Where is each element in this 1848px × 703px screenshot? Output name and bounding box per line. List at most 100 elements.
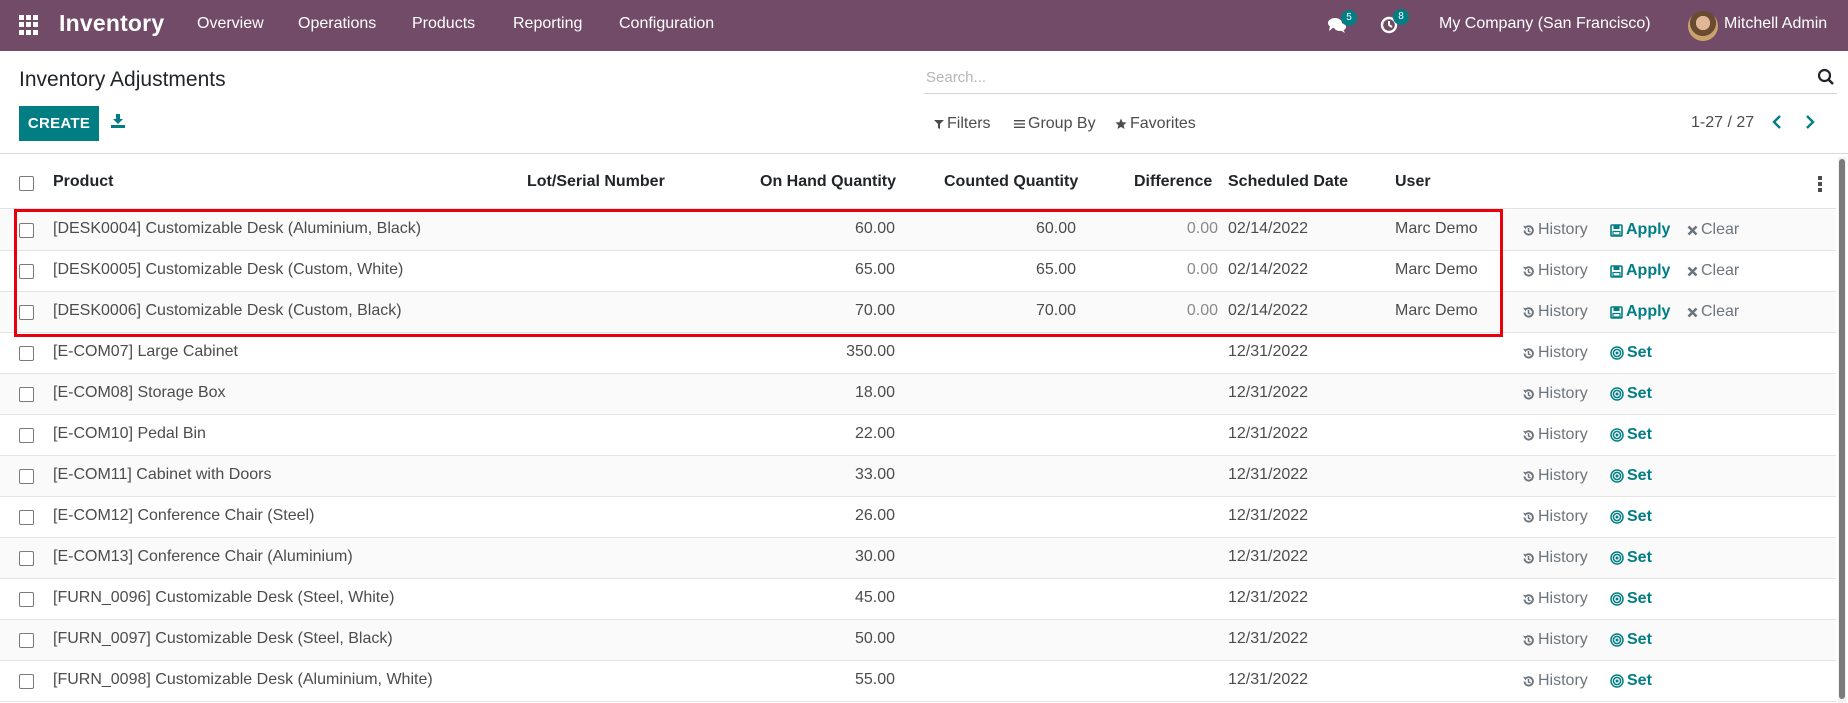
history-button[interactable]: History [1522,262,1588,280]
pager-previous-button[interactable] [1771,114,1783,135]
history-button[interactable]: History [1522,508,1588,526]
cell-scheduled-date[interactable]: 02/14/2022 [1228,261,1308,279]
row-checkbox[interactable] [19,346,34,361]
cell-on-hand[interactable]: 55.00 [760,671,895,689]
cell-on-hand[interactable]: 30.00 [760,548,895,566]
row-checkbox[interactable] [19,264,34,279]
cell-on-hand[interactable]: 60.00 [760,220,895,238]
activities-button[interactable]: 8 [1380,9,1409,38]
row-checkbox[interactable] [19,428,34,443]
cell-product[interactable]: [E-COM12] Conference Chair (Steel) [53,507,314,525]
menu-products[interactable]: Products [412,15,475,33]
set-button[interactable]: Set [1610,549,1652,567]
row-checkbox[interactable] [19,223,34,238]
history-button[interactable]: History [1522,590,1588,608]
cell-on-hand[interactable]: 65.00 [760,261,895,279]
apply-button[interactable]: Apply [1610,262,1670,280]
column-user[interactable]: User [1395,173,1431,191]
group-by-button[interactable]: Group By [1014,115,1096,133]
set-button[interactable]: Set [1610,508,1652,526]
menu-operations[interactable]: Operations [298,15,376,33]
clear-button[interactable]: Clear [1687,262,1739,280]
scrollbar-thumb[interactable] [1839,159,1845,699]
cell-on-hand[interactable]: 45.00 [760,589,895,607]
menu-reporting[interactable]: Reporting [513,15,582,33]
company-switcher[interactable]: My Company (San Francisco) [1439,15,1651,33]
history-button[interactable]: History [1522,303,1588,321]
cell-product[interactable]: [FURN_0096] Customizable Desk (Steel, Wh… [53,589,394,607]
cell-counted[interactable]: 65.00 [944,261,1076,279]
favorites-button[interactable]: Favorites [1115,115,1196,133]
table-row[interactable]: [DESK0004] Customizable Desk (Aluminium,… [0,210,1836,251]
apps-grid-icon[interactable] [19,15,39,35]
vertical-scrollbar[interactable] [1838,157,1846,703]
app-brand[interactable]: Inventory [59,10,164,37]
pager-next-button[interactable] [1804,114,1816,135]
history-button[interactable]: History [1522,344,1588,362]
table-row[interactable]: [FURN_0097] Customizable Desk (Steel, Bl… [0,620,1836,661]
table-row[interactable]: [E-COM13] Conference Chair (Aluminium) 30… [0,538,1836,579]
column-lot-serial[interactable]: Lot/Serial Number [527,173,665,191]
row-checkbox[interactable] [19,674,34,689]
table-row[interactable]: [E-COM12] Conference Chair (Steel) 26.00 1… [0,497,1836,538]
cell-on-hand[interactable]: 350.00 [760,343,895,361]
apply-button[interactable]: Apply [1610,221,1670,239]
history-button[interactable]: History [1522,385,1588,403]
history-button[interactable]: History [1522,467,1588,485]
column-difference[interactable]: Difference [1134,173,1212,191]
cell-scheduled-date[interactable]: 12/31/2022 [1228,548,1308,566]
table-row[interactable]: [DESK0005] Customizable Desk (Custom, Wh… [0,251,1836,292]
history-button[interactable]: History [1522,549,1588,567]
cell-scheduled-date[interactable]: 12/31/2022 [1228,343,1308,361]
cell-product[interactable]: [DESK0006] Customizable Desk (Custom, Bl… [53,302,402,320]
column-on-hand[interactable]: On Hand Quantity [760,173,896,191]
table-row[interactable]: [E-COM10] Pedal Bin 22.00 12/31/2022 Histor… [0,415,1836,456]
search-input[interactable] [926,66,1786,88]
cell-scheduled-date[interactable]: 02/14/2022 [1228,220,1308,238]
cell-scheduled-date[interactable]: 12/31/2022 [1228,671,1308,689]
apply-button[interactable]: Apply [1610,303,1670,321]
cell-product[interactable]: [FURN_0097] Customizable Desk (Steel, Bl… [53,630,393,648]
history-button[interactable]: History [1522,426,1588,444]
column-product[interactable]: Product [53,173,113,191]
table-row[interactable]: [E-COM07] Large Cabinet 350.00 12/31/2022 H… [0,333,1836,374]
select-all-checkbox[interactable] [19,176,34,191]
optional-columns-toggle[interactable] [1818,176,1822,192]
column-counted[interactable]: Counted Quantity [944,173,1078,191]
cell-on-hand[interactable]: 33.00 [760,466,895,484]
row-checkbox[interactable] [19,305,34,320]
cell-product[interactable]: [DESK0004] Customizable Desk (Aluminium,… [53,220,421,238]
cell-scheduled-date[interactable]: 12/31/2022 [1228,425,1308,443]
user-avatar[interactable] [1688,11,1718,41]
filters-button[interactable]: Filters [934,115,991,133]
user-menu[interactable]: Mitchell Admin [1724,15,1827,33]
cell-user[interactable]: Marc Demo [1395,261,1478,279]
cell-user[interactable]: Marc Demo [1395,220,1478,238]
create-button[interactable]: CREATE [19,106,99,141]
column-scheduled-date[interactable]: Scheduled Date [1228,173,1348,191]
clear-button[interactable]: Clear [1687,221,1739,239]
clear-button[interactable]: Clear [1687,303,1739,321]
menu-configuration[interactable]: Configuration [619,15,714,33]
cell-product[interactable]: [E-COM11] Cabinet with Doors [53,466,271,484]
row-checkbox[interactable] [19,633,34,648]
cell-product[interactable]: [E-COM07] Large Cabinet [53,343,238,361]
cell-product[interactable]: [DESK0005] Customizable Desk (Custom, Wh… [53,261,403,279]
set-button[interactable]: Set [1610,385,1652,403]
set-button[interactable]: Set [1610,344,1652,362]
menu-overview[interactable]: Overview [197,15,264,33]
cell-product[interactable]: [E-COM08] Storage Box [53,384,226,402]
cell-product[interactable]: [E-COM13] Conference Chair (Aluminium) [53,548,353,566]
history-button[interactable]: History [1522,631,1588,649]
set-button[interactable]: Set [1610,426,1652,444]
messages-button[interactable]: 5 [1327,10,1357,38]
row-checkbox[interactable] [19,551,34,566]
cell-user[interactable]: Marc Demo [1395,302,1478,320]
search-icon[interactable] [1817,68,1835,86]
cell-on-hand[interactable]: 50.00 [760,630,895,648]
cell-product[interactable]: [FURN_0098] Customizable Desk (Aluminium… [53,671,433,689]
cell-on-hand[interactable]: 70.00 [760,302,895,320]
cell-counted[interactable]: 70.00 [944,302,1076,320]
cell-scheduled-date[interactable]: 12/31/2022 [1228,507,1308,525]
cell-scheduled-date[interactable]: 12/31/2022 [1228,589,1308,607]
